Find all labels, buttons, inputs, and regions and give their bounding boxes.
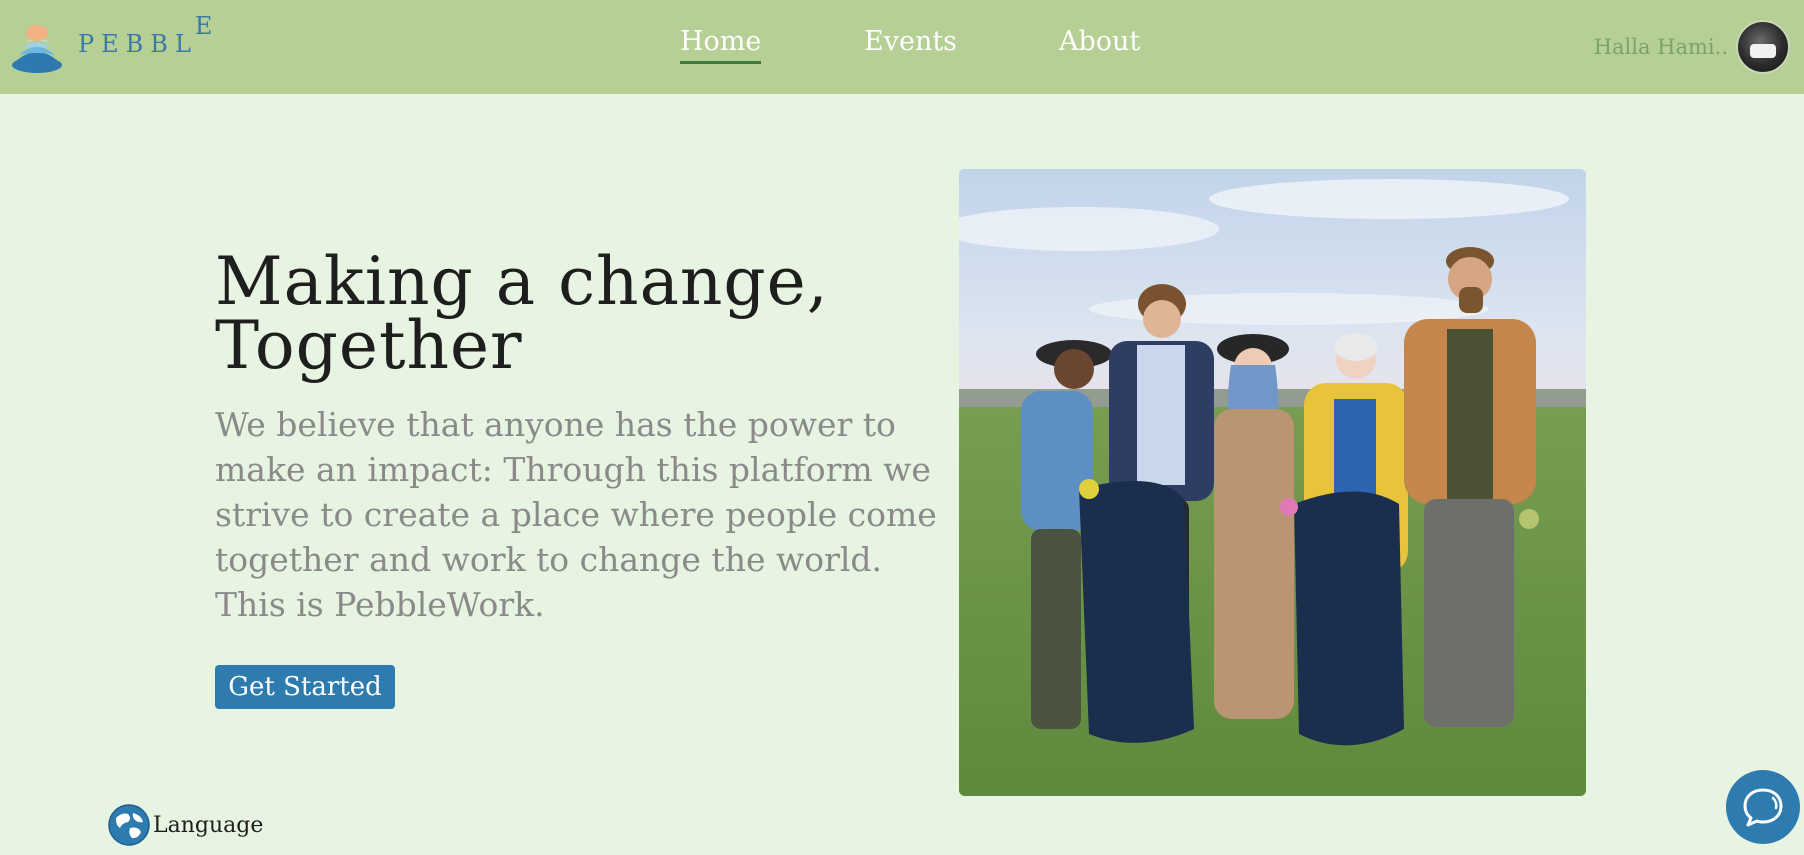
language-label[interactable]: Language [153,813,263,838]
hero-title: Making a change, Together [215,249,915,379]
chat-bubble-icon [1743,788,1783,827]
nav-about[interactable]: About [1059,26,1140,61]
brand-wordmark: PEBBL E [78,12,219,58]
top-navbar: PEBBL E Home Events About Halla Hami.. [0,0,1804,94]
brand-logo[interactable]: PEBBL E [10,12,213,78]
brand-wordmark-last-letter: E [194,12,220,40]
chat-button[interactable] [1726,770,1800,844]
get-started-button[interactable]: Get Started [215,665,395,709]
user-name[interactable]: Halla Hami.. [1594,35,1728,59]
nav-events[interactable]: Events [864,26,957,61]
hero-description: We believe that anyone has the power to … [215,405,937,624]
hero-title-line-2: Together [215,307,523,384]
language-selector[interactable]: Language [108,804,263,846]
globe-icon [108,804,150,846]
hero-photo [959,169,1586,796]
user-menu[interactable]: Halla Hami.. [1594,20,1790,74]
pebble-stack-icon [12,25,62,73]
user-avatar[interactable] [1736,20,1790,74]
nav-home[interactable]: Home [680,26,762,64]
brand-wordmark-main: PEBBL [78,30,198,58]
